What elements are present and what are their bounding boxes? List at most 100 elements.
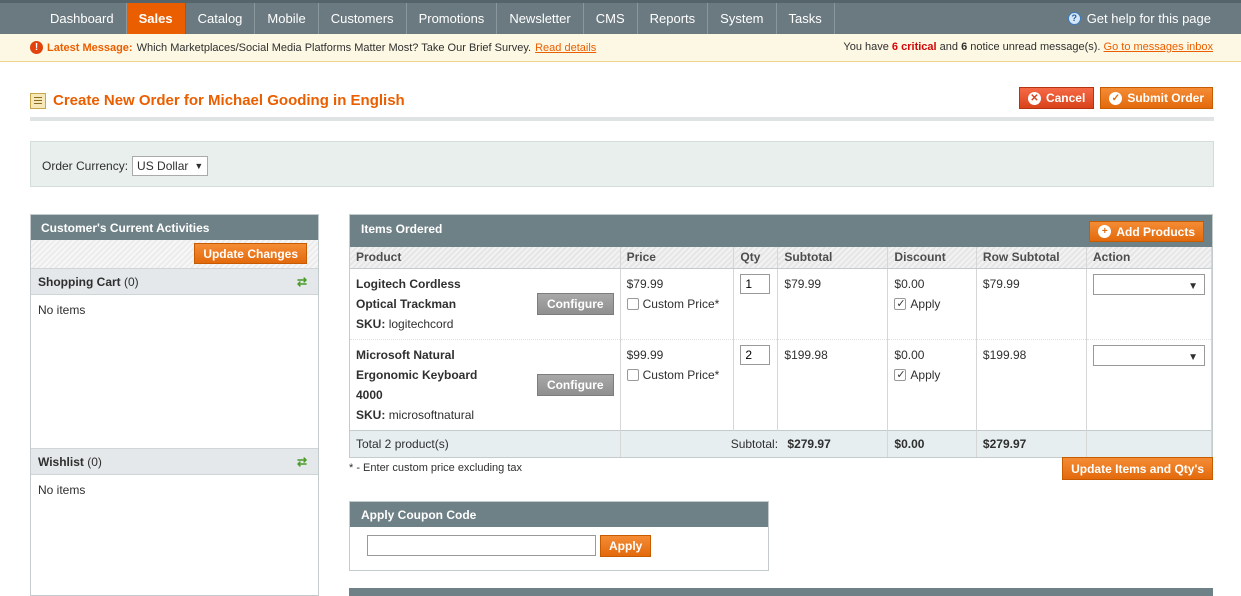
custom-price-checkbox[interactable] [626,297,639,310]
action-select[interactable]: ▼ [1093,344,1205,366]
sku-label: SKU: [356,316,386,331]
qty-cell [733,268,779,340]
nav-item-newsletter[interactable]: Newsletter [497,3,584,34]
shopping-cart-count: (0) [124,275,139,289]
messages-inbox-link[interactable]: Go to messages inbox [1104,41,1213,53]
custom-price-checkbox[interactable] [626,368,639,381]
column-header-row-subtotal: Row Subtotal [976,247,1088,269]
shopping-cart-section-header: Shopping Cart (0) ⇄ [31,268,318,295]
latest-message-label: Latest Message: [47,41,133,54]
column-header-action: Action [1086,247,1212,269]
help-icon: ? [1067,12,1081,25]
latest-message-text: Which Marketplaces/Social Media Platform… [136,41,532,54]
order-currency-box: Order Currency: US Dollar ▼ [30,141,1214,187]
action-cell: ▼ [1086,268,1212,340]
submit-order-button[interactable]: ✓ Submit Order [1100,87,1213,109]
apply-discount-label: Apply [910,296,941,311]
discount-cell: $0.00 Apply [887,339,977,430]
footer-row-subtotal: $279.97 [976,429,1088,457]
title-divider [30,117,1214,121]
wishlist-count: (0) [87,455,102,469]
action-select[interactable]: ▼ [1093,273,1205,295]
subtotal-cell: $199.98 [777,339,889,430]
nav-item-cms[interactable]: CMS [584,3,638,34]
apply-coupon-button[interactable]: Apply [600,535,652,557]
customer-activities-panel: Customer's Current Activities Update Cha… [30,214,319,596]
customer-activities-toolbar: Update Changes [31,240,318,268]
custom-price-label: Custom Price* [642,296,720,311]
message-bar: ! Latest Message: Which Marketplaces/Soc… [0,34,1241,62]
items-table: Product Price Qty Subtotal Discount Row … [350,247,1212,457]
nav-item-sales[interactable]: Sales [126,3,186,34]
qty-input[interactable] [740,273,771,294]
apply-discount-checkbox[interactable] [894,365,907,385]
items-ordered-header: Items Ordered + Add Products [350,215,1212,247]
refresh-icon[interactable]: ⇄ [297,455,307,469]
top-navigation: Dashboard Sales Catalog Mobile Customers… [0,0,1241,34]
configure-button[interactable]: Configure [536,373,614,396]
cancel-button[interactable]: ✕ Cancel [1018,87,1095,109]
plus-icon: + [1098,225,1112,238]
price-cell: $99.99 Custom Price* [620,339,735,430]
nav-item-customers[interactable]: Customers [319,3,407,34]
configure-button[interactable]: Configure [536,292,614,315]
add-products-label: Add Products [1116,224,1195,239]
table-row: Microsoft Natural Ergonomic Keyboard 400… [350,339,1212,430]
page-title-text: Create New Order for Michael Gooding in … [53,92,405,109]
column-header-product: Product [350,247,621,269]
nav-item-mobile[interactable]: Mobile [255,3,319,34]
shopping-cart-body: No items [31,295,318,448]
cancel-icon: ✕ [1027,91,1041,105]
critical-count: 6 [891,41,899,53]
refresh-icon[interactable]: ⇄ [297,275,307,289]
add-products-button[interactable]: + Add Products [1089,221,1204,242]
column-header-subtotal: Subtotal [777,247,889,269]
apply-discount-checkbox[interactable] [894,294,907,314]
column-header-price: Price [620,247,735,269]
nav-item-dashboard[interactable]: Dashboard [38,3,127,34]
wishlist-section-header: Wishlist (0) ⇄ [31,448,318,475]
subtotal-label: Subtotal: [730,436,779,451]
custom-price-note: * - Enter custom price excluding tax [349,462,523,474]
coupon-panel: Apply Coupon Code Apply [349,501,769,571]
footer-subtotal-label: Subtotal: $279.97 [620,429,889,457]
table-footer-row: Total 2 product(s) Subtotal: $279.97 $0.… [350,429,1212,457]
update-items-button[interactable]: Update Items and Qty's [1062,457,1213,480]
subtotal-cell: $79.99 [777,268,889,340]
product-name: Optical Trackman [356,296,457,311]
product-name: Ergonomic Keyboard [356,367,478,382]
update-changes-button[interactable]: Update Changes [194,243,307,264]
product-price: $79.99 [626,276,664,291]
read-details-link[interactable]: Read details [535,42,596,54]
chevron-down-icon: ▼ [1188,280,1198,292]
checkmark-icon: ✓ [1109,91,1123,105]
nav-item-catalog[interactable]: Catalog [186,3,256,34]
items-ordered-title: Items Ordered [361,222,443,236]
warning-icon: ! [30,41,43,54]
wishlist-empty: No items [38,483,86,497]
nav-item-tasks[interactable]: Tasks [777,3,835,34]
page-title: Create New Order for Michael Gooding in … [30,92,405,109]
order-currency-select[interactable]: US Dollar ▼ [132,156,209,176]
help-link[interactable]: ? Get help for this page [1067,3,1211,34]
product-sku: logitechcord [388,316,454,331]
summary-suffix: notice unread message(s). [970,41,1101,53]
critical-label: critical [901,41,937,53]
items-ordered-panel: Items Ordered + Add Products Product Pri… [349,214,1213,458]
product-name: Logitech Cordless [356,276,461,291]
nav-item-system[interactable]: System [708,3,777,34]
order-document-icon [30,92,46,109]
latest-message: ! Latest Message: Which Marketplaces/Soc… [30,41,596,54]
qty-input[interactable] [740,344,771,365]
nav-item-promotions[interactable]: Promotions [407,3,498,34]
row-subtotal-cell: $199.98 [976,339,1088,430]
discount-cell: $0.00 Apply [887,268,977,340]
notice-count: 6 [961,41,968,53]
qty-cell [733,339,779,430]
next-section-header [349,588,1213,596]
wishlist-body: No items [31,475,318,505]
coupon-code-input[interactable] [367,535,596,556]
summary-and: and [939,41,958,53]
nav-item-reports[interactable]: Reports [638,3,709,34]
price-cell: $79.99 Custom Price* [620,268,735,340]
